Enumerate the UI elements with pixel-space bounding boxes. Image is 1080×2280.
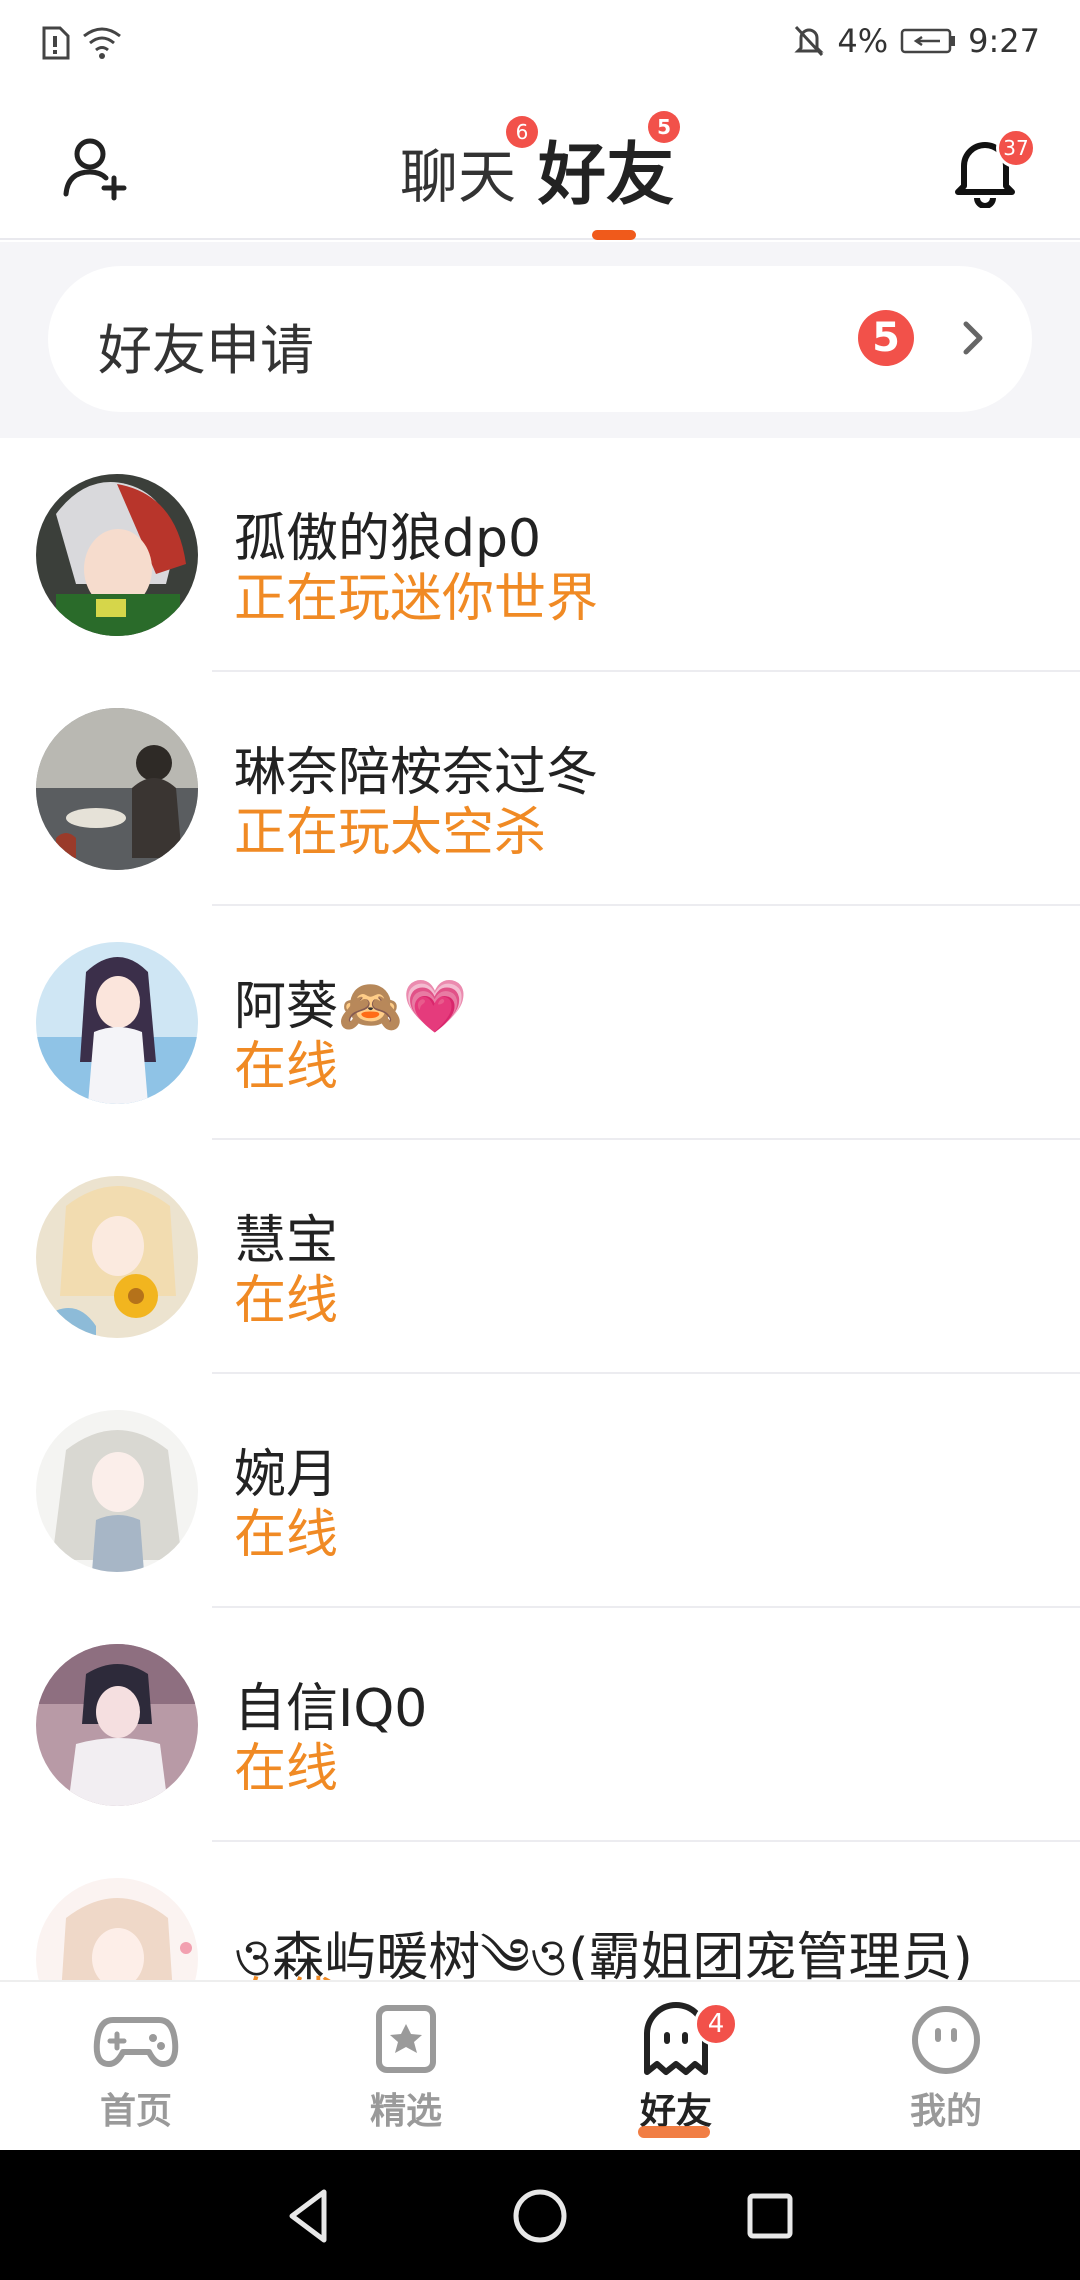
friend-status: 正在玩迷你世界 xyxy=(234,569,599,629)
bottom-nav-label: 首页 xyxy=(99,2091,172,2132)
friend-request-count: 5 xyxy=(858,310,914,366)
battery-icon xyxy=(900,28,956,54)
avatar xyxy=(36,1878,198,1980)
friend-list-item[interactable]: 自信IQ0 在线 xyxy=(0,1608,1080,1842)
friend-list-item[interactable]: 慧宝 在线 xyxy=(0,1140,1080,1374)
friend-status: 在线 xyxy=(234,1037,339,1097)
chevron-right-icon xyxy=(963,321,983,355)
tab-chat-label: 聊天 xyxy=(400,143,517,211)
battery-percent: 4% xyxy=(837,22,889,60)
friend-list-item[interactable]: ও森屿暖树༄ও(霸姐团宠管理员) 在线 xyxy=(0,1842,1080,1980)
wifi-icon xyxy=(83,27,121,59)
star-bookmark-icon xyxy=(376,2005,436,2073)
system-nav-bar xyxy=(0,2150,1080,2280)
avatar xyxy=(36,474,198,636)
avatar xyxy=(36,708,198,870)
add-person-icon[interactable] xyxy=(60,132,132,204)
active-tab-indicator xyxy=(592,230,636,240)
tab-chat[interactable]: 聊天 6 xyxy=(400,116,539,218)
status-right: 4% 9:27 xyxy=(793,22,1040,60)
bottom-nav-home[interactable]: 首页 xyxy=(46,2002,226,2142)
bottom-nav-friends[interactable]: 4 好友 xyxy=(586,2002,766,2142)
sim-alert-icon xyxy=(42,26,70,60)
friend-request-button[interactable]: 好友申请 5 xyxy=(48,266,1032,412)
friend-status: 在线 xyxy=(234,1960,338,1980)
clock: 9:27 xyxy=(968,22,1040,60)
smiley-face-icon xyxy=(912,2006,980,2074)
tab-friends-label: 好友 xyxy=(538,136,675,215)
bottom-nav-me[interactable]: 我的 xyxy=(856,2002,1036,2142)
avatar xyxy=(36,1644,198,1806)
friend-status: 在线 xyxy=(234,1271,339,1331)
friend-status: 正在玩太空杀 xyxy=(234,803,547,863)
recents-square-icon[interactable] xyxy=(738,2184,802,2248)
bell-badge: 37 xyxy=(996,128,1036,168)
tab-friends[interactable]: 好友 5 xyxy=(538,111,681,218)
friend-request-label: 好友申请 xyxy=(98,319,314,382)
friend-list: 孤傲的狼dp0 正在玩迷你世界 琳奈陪桉奈过冬 正在玩太空杀 阿葵🙈💗 在线 慧… xyxy=(0,438,1080,1980)
top-tabs: 聊天 6 好友 5 xyxy=(400,111,681,218)
notifications-off-icon xyxy=(794,25,824,57)
bottom-nav: 首页 精选 4 好友 我的 xyxy=(0,1980,1080,2150)
avatar xyxy=(36,1176,198,1338)
gamepad-icon xyxy=(93,2017,179,2067)
status-left-icons xyxy=(40,26,122,60)
status-bar: 4% 9:27 xyxy=(0,0,1080,88)
home-circle-icon[interactable] xyxy=(508,2184,572,2248)
back-icon[interactable] xyxy=(278,2184,342,2248)
friend-list-item[interactable]: 琳奈陪桉奈过冬 正在玩太空杀 xyxy=(0,672,1080,906)
tab-chat-badge: 6 xyxy=(506,116,539,148)
friend-request-section: 好友申请 5 xyxy=(0,242,1080,438)
avatar xyxy=(36,1410,198,1572)
tab-friends-badge: 5 xyxy=(648,111,681,143)
bottom-nav-label: 精选 xyxy=(369,2091,442,2132)
active-nav-indicator xyxy=(638,2126,710,2138)
bottom-nav-friends-badge: 4 xyxy=(694,2002,738,2046)
bottom-nav-featured[interactable]: 精选 xyxy=(316,2002,496,2142)
top-nav: 聊天 6 好友 5 37 xyxy=(0,88,1080,240)
friend-status: 在线 xyxy=(234,1505,339,1565)
bottom-nav-label: 我的 xyxy=(909,2091,982,2132)
avatar xyxy=(36,942,198,1104)
friend-list-item[interactable]: 婉月 在线 xyxy=(0,1374,1080,1608)
friend-list-item[interactable]: 孤傲的狼dp0 正在玩迷你世界 xyxy=(0,438,1080,672)
friend-list-item[interactable]: 阿葵🙈💗 在线 xyxy=(0,906,1080,1140)
friend-name: ও森屿暖树༄ও(霸姐团宠管理员) xyxy=(234,1928,973,1980)
friend-status: 在线 xyxy=(234,1739,339,1799)
